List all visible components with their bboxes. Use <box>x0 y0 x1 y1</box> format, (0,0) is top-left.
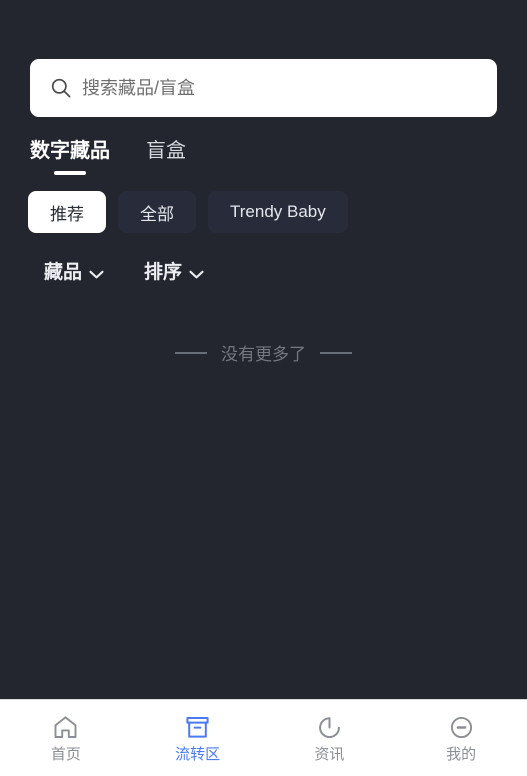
filter-label: 排序 <box>144 262 183 283</box>
minus-circle-icon <box>448 714 475 741</box>
tab-blind-box[interactable]: 盲盒 <box>146 139 186 175</box>
filter-sort[interactable]: 排序 <box>144 257 204 284</box>
chip-all[interactable]: 全部 <box>118 191 196 233</box>
chip-trendy-baby[interactable]: Trendy Baby <box>208 191 348 233</box>
search-input[interactable] <box>82 77 477 99</box>
nav-label: 资讯 <box>314 745 345 763</box>
tab-active-indicator <box>150 171 182 175</box>
divider-left <box>175 351 207 354</box>
filter-row: 藏品 排序 <box>0 233 527 284</box>
chevron-down-icon <box>89 266 104 279</box>
chip-recommended[interactable]: 推荐 <box>28 191 106 233</box>
filter-collection[interactable]: 藏品 <box>44 257 104 284</box>
filter-label: 藏品 <box>44 262 83 283</box>
category-tabs: 数字藏品 盲盒 <box>0 117 527 175</box>
chip-label: Trendy Baby <box>230 202 326 221</box>
app-screen: 数字藏品 盲盒 推荐 全部 Trendy Baby 藏品 <box>0 0 527 776</box>
tab-label: 盲盒 <box>146 140 186 162</box>
search-bar[interactable] <box>30 59 497 117</box>
nav-label: 首页 <box>50 745 81 763</box>
refresh-circle-icon <box>316 714 343 741</box>
tab-digital-collectibles[interactable]: 数字藏品 <box>30 139 110 175</box>
nav-item-home[interactable]: 首页 <box>0 700 132 776</box>
bottom-navigation: 首页 流转区 资讯 我的 <box>0 699 527 776</box>
home-icon <box>52 714 79 741</box>
archive-box-icon <box>184 714 211 741</box>
empty-state-text: 没有更多了 <box>221 345 306 364</box>
tab-active-indicator <box>54 171 86 175</box>
chip-filter-row: 推荐 全部 Trendy Baby <box>0 175 527 233</box>
nav-item-profile[interactable]: 我的 <box>395 700 527 776</box>
nav-label: 流转区 <box>175 745 221 763</box>
chip-label: 全部 <box>140 204 174 224</box>
chevron-down-icon <box>189 266 204 279</box>
nav-label: 我的 <box>446 745 477 763</box>
nav-item-news[interactable]: 资讯 <box>264 700 396 776</box>
tab-label: 数字藏品 <box>30 140 110 162</box>
chip-label: 推荐 <box>50 204 84 224</box>
search-icon <box>50 77 72 99</box>
nav-item-marketplace[interactable]: 流转区 <box>132 700 264 776</box>
empty-state: 没有更多了 <box>0 340 527 365</box>
search-section <box>0 0 527 117</box>
divider-right <box>320 351 352 354</box>
